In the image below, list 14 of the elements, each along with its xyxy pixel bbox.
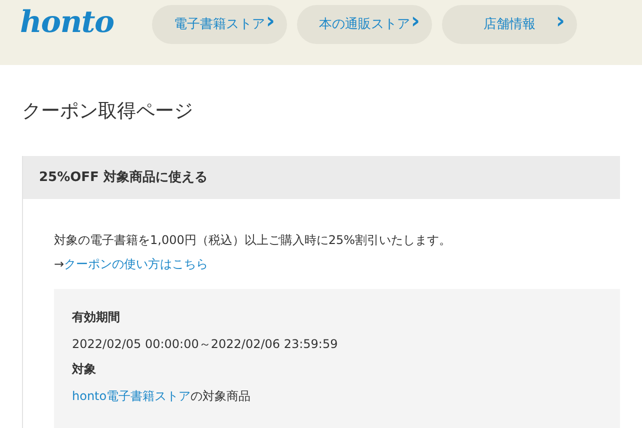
- page-title: クーポン取得ページ: [22, 99, 194, 123]
- coupon-description: 対象の電子書籍を1,000円（税込）以上ご購入時に25%割引いたします。: [54, 232, 452, 249]
- nav-button[interactable]: 店舗情報 ›: [442, 5, 577, 44]
- detail-value: honto電子書籍ストアの対象商品: [72, 388, 252, 404]
- howto-line: →クーポンの使い方はこちら: [54, 256, 210, 273]
- store-link[interactable]: honto電子書籍ストア: [72, 389, 191, 403]
- howto-link[interactable]: クーポンの使い方はこちら: [64, 257, 208, 271]
- detail-value: 2022/02/05 00:00:00～2022/02/06 23:59:59: [72, 336, 339, 352]
- nav-button[interactable]: 本の通販ストア›: [297, 5, 432, 44]
- detail-label: 対象: [72, 361, 97, 377]
- honto-logo[interactable]: honto: [20, 3, 132, 43]
- coupon-title: 25%OFF 対象商品に使える: [39, 168, 208, 187]
- detail-label: 有効期間: [72, 309, 121, 325]
- nav-button[interactable]: 電子書籍ストア›: [152, 5, 287, 44]
